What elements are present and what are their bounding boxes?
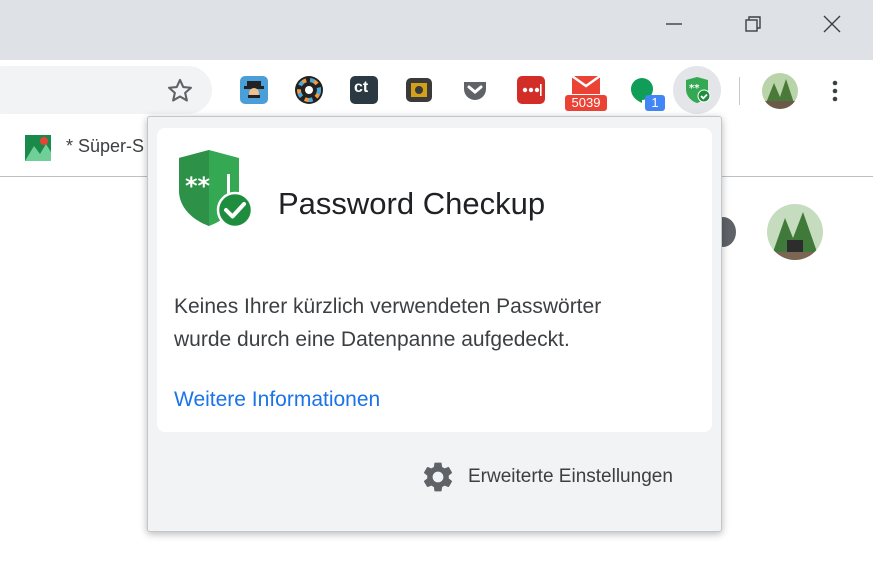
password-checkup-extension-icon: ** [686,77,711,103]
page-user-avatar[interactable] [767,204,823,260]
password-checkup-popup: ** Password Checkup Keines Ihrer kürzlic… [147,116,722,532]
advanced-settings-button[interactable]: Erweiterte Einstellungen [420,457,673,497]
browser-toolbar: ct 5039 1 ** [0,60,873,122]
popup-message-line-1: Keines Ihrer kürzlich verwendeten Passwö… [174,295,602,318]
pocket-icon[interactable] [461,76,489,104]
svg-text:**: ** [689,83,700,94]
star-icon[interactable] [166,77,194,105]
window-titlebar [0,0,873,60]
svg-text:**: ** [185,172,211,200]
shield-check-icon: ** [179,150,254,229]
ct-extension-icon[interactable]: ct [350,76,378,104]
close-icon [823,15,841,33]
gear-icon [423,462,453,492]
password-checkup-extension-button[interactable]: ** [673,66,721,114]
hangouts-count-badge: 1 [645,95,665,111]
color-wheel-extension-icon[interactable] [295,76,323,104]
restore-button[interactable] [723,0,783,48]
restore-icon [745,16,761,32]
minimize-button[interactable] [644,0,704,48]
bookmark-favicon-icon [25,135,51,161]
camera-extension-icon[interactable] [406,78,432,102]
popup-message-line-2: wurde durch eine Datenpanne aufgedeckt. [174,328,570,351]
profile-avatar[interactable] [762,73,798,109]
ct-label: ct [354,79,369,96]
popup-card: ** Password Checkup Keines Ihrer kürzlic… [157,128,712,432]
popup-message: Keines Ihrer kürzlich verwendeten Passwö… [174,290,694,356]
more-vert-icon[interactable] [825,77,845,105]
lastpass-icon[interactable] [517,76,545,104]
mail-count-badge: 5039 [565,95,607,111]
learn-more-link[interactable]: Weitere Informationen [174,388,380,412]
advanced-settings-label: Erweiterte Einstellungen [468,466,673,487]
toolbar-separator [739,77,740,105]
popup-title: Password Checkup [278,186,546,221]
spy-extension-icon[interactable] [240,76,268,104]
minimize-icon [666,23,682,25]
mail-checker-icon[interactable] [570,74,602,96]
bookmark-item-label[interactable]: * Süper-S [66,136,144,157]
close-button[interactable] [802,0,862,48]
